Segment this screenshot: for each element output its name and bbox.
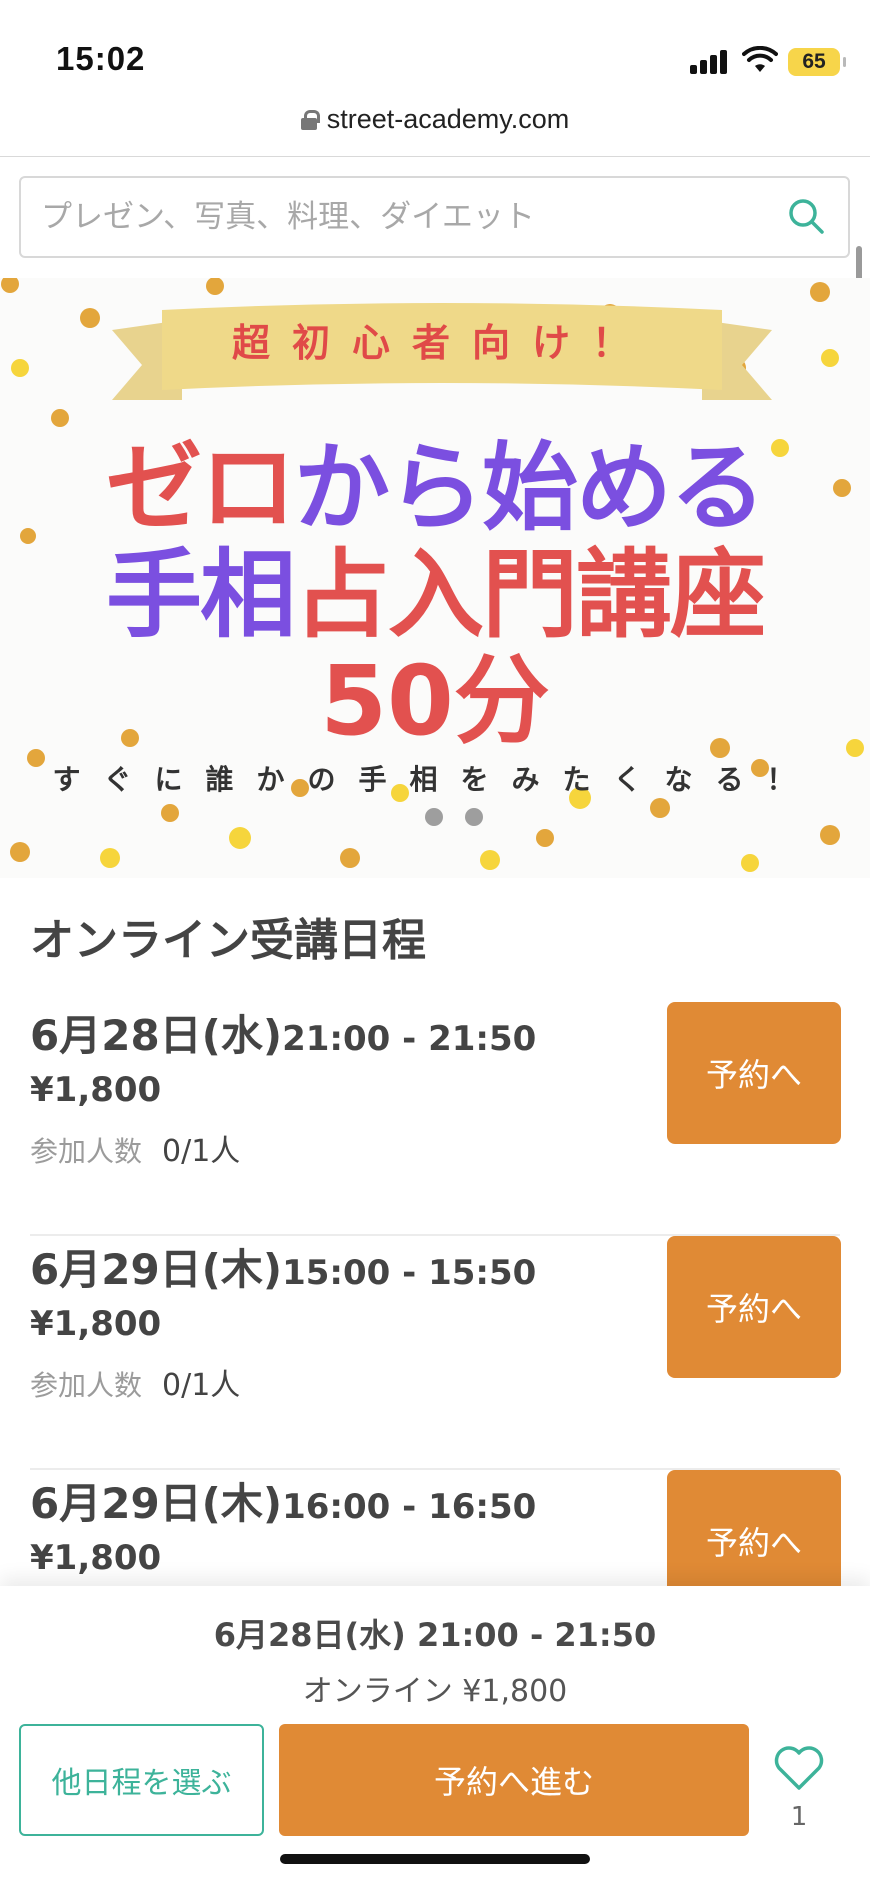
divider <box>0 156 870 157</box>
pager-dot[interactable] <box>465 808 483 826</box>
ribbon-text: 超初心者向け！ <box>231 321 652 365</box>
schedule-item: 6月29日(木)15:00 - 15:50 ¥1,800 参加人数 0/1人 予約… <box>30 1236 841 1470</box>
schedule-capacity: 参加人数 0/1人 <box>30 1134 241 1169</box>
schedule-date: 6月29日(木)16:00 - 16:50 <box>30 1479 537 1528</box>
browser-url-bar[interactable]: street-academy.com <box>0 100 870 156</box>
selected-price: オンライン ¥1,800 <box>302 1674 568 1709</box>
cellular-signal-icon <box>690 50 730 74</box>
carousel-pager[interactable] <box>425 808 505 830</box>
schedule-date: 6月29日(木)15:00 - 15:50 <box>30 1245 537 1294</box>
reserve-button[interactable]: 予約へ <box>667 1002 841 1144</box>
status-time: 15:02 <box>56 40 146 77</box>
selected-date: 6月28日(水) 21:00 - 21:50 <box>213 1616 657 1654</box>
pager-dot[interactable] <box>425 808 443 826</box>
schedule-capacity: 参加人数 0/1人 <box>30 1368 241 1403</box>
hero-subtitle: すぐに誰かの手相をみたくなる！ <box>52 763 818 796</box>
wifi-icon <box>742 46 778 72</box>
other-dates-button[interactable]: 他日程を選ぶ <box>19 1724 264 1836</box>
hero-title-line3: 50分 <box>320 645 550 757</box>
proceed-booking-button[interactable]: 予約へ進む <box>279 1724 749 1836</box>
heart-icon[interactable] <box>772 1744 826 1792</box>
hero-banner[interactable]: 超初心者向け！ ゼロから始める 手相占入門講座 50分 すぐに誰かの手相をみたく… <box>0 278 870 878</box>
status-bar: 15:02 65 <box>0 0 870 100</box>
schedule-item: 6月28日(水)21:00 - 21:50 ¥1,800 参加人数 0/1人 予約… <box>30 1002 841 1236</box>
schedule-price: ¥1,800 <box>30 1070 162 1110</box>
home-indicator[interactable] <box>280 1854 590 1864</box>
search-icon[interactable] <box>786 196 826 236</box>
battery-icon: 65 <box>788 48 846 76</box>
hero-title-line1: ゼロから始める <box>106 432 766 544</box>
schedule-title: オンライン受講日程 <box>30 915 426 966</box>
hero-title-line2: 手相占入門講座 <box>106 539 766 651</box>
booking-bar: 6月28日(水) 21:00 - 21:50 オンライン ¥1,800 他日程を… <box>0 1586 870 1884</box>
lock-icon <box>300 109 320 130</box>
url-text: street-academy.com <box>326 104 570 134</box>
schedule-price: ¥1,800 <box>30 1304 162 1344</box>
search-input[interactable] <box>41 178 781 256</box>
reserve-button[interactable]: 予約へ <box>667 1236 841 1378</box>
search-box <box>19 176 850 258</box>
schedule-price: ¥1,800 <box>30 1538 162 1578</box>
schedule-date: 6月28日(水)21:00 - 21:50 <box>30 1011 537 1060</box>
favorite-count: 1 <box>790 1802 808 1832</box>
